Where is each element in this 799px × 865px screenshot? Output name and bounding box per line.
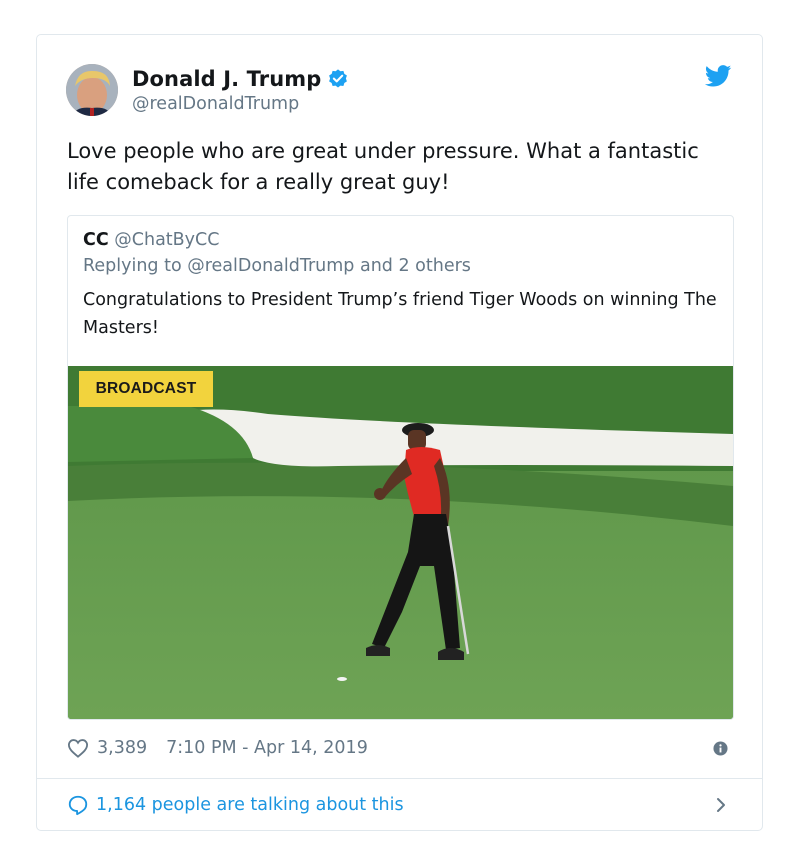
broadcast-badge: BROADCAST bbox=[79, 371, 213, 407]
chevron-right-icon[interactable] bbox=[716, 797, 726, 813]
timestamp[interactable]: 7:10 PM - Apr 14, 2019 bbox=[166, 738, 368, 758]
quoted-author: CC @ChatByCC bbox=[83, 228, 219, 253]
conversation-label[interactable]: 1,164 people are talking about this bbox=[96, 795, 404, 815]
verified-badge-icon bbox=[329, 69, 348, 88]
author-display-name[interactable]: Donald J. Trump bbox=[132, 67, 321, 91]
tweet-text: Love people who are great under pressure… bbox=[67, 139, 699, 194]
quoted-tweet[interactable]: CC @ChatByCC Replying to @realDonaldTrum… bbox=[67, 215, 734, 720]
reply-bubble-icon bbox=[68, 795, 88, 816]
quoted-handle: @ChatByCC bbox=[114, 230, 220, 250]
avatar[interactable] bbox=[66, 64, 118, 116]
like-count[interactable]: 3,389 bbox=[97, 738, 147, 758]
twitter-bird-icon[interactable] bbox=[705, 65, 732, 87]
author-block[interactable]: Donald J. Trump @realDonaldTrump bbox=[132, 65, 349, 114]
info-icon[interactable] bbox=[713, 741, 728, 756]
heart-icon[interactable] bbox=[67, 738, 89, 758]
quoted-display-name: CC bbox=[83, 230, 109, 250]
tweet-footer: 3,389 7:10 PM - Apr 14, 2019 bbox=[67, 735, 368, 761]
divider bbox=[37, 778, 762, 779]
conversation-link[interactable]: 1,164 people are talking about this bbox=[67, 792, 404, 818]
author-handle[interactable]: @realDonaldTrump bbox=[132, 94, 349, 114]
replying-to: Replying to @realDonaldTrump and 2 other… bbox=[83, 256, 471, 276]
quoted-text: Congratulations to President Trump’s fri… bbox=[83, 290, 717, 338]
avatar-image bbox=[66, 64, 118, 116]
tweet-card: Donald J. Trump @realDonaldTrump Love pe… bbox=[36, 34, 763, 831]
golf-photo bbox=[68, 366, 733, 719]
quoted-media[interactable]: BROADCAST bbox=[68, 366, 733, 719]
